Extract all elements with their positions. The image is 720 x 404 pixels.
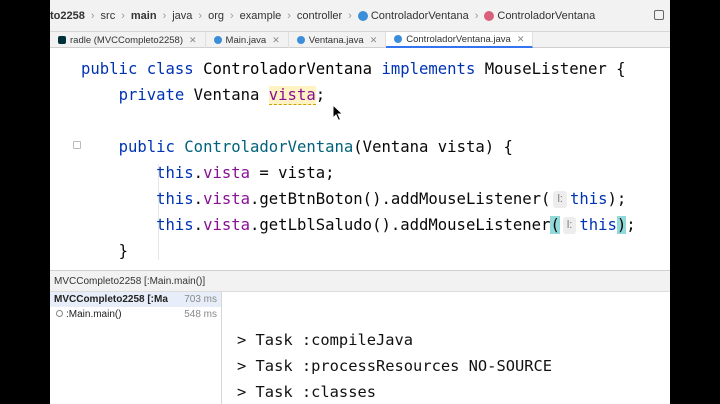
keyword: public bbox=[118, 138, 175, 156]
paren-highlight: ( bbox=[550, 216, 560, 234]
breadcrumb-class-label: ControladorVentana bbox=[370, 9, 469, 22]
breadcrumb-class[interactable]: ControladorVentana bbox=[357, 9, 469, 22]
keyword: private bbox=[118, 86, 185, 104]
tab-main-java[interactable]: Main.java ✕ bbox=[206, 32, 289, 48]
punctuation: ); bbox=[607, 190, 627, 208]
class-name: ControladorVentana bbox=[203, 60, 373, 78]
keyword: this bbox=[156, 216, 194, 234]
code-line-2: private Ventana vista; bbox=[81, 82, 325, 108]
tab-label: Main.java bbox=[225, 34, 267, 46]
breadcrumb-org[interactable]: org bbox=[208, 10, 224, 22]
punctuation: ; bbox=[626, 216, 636, 234]
code-line-4: this.vista = vista; bbox=[81, 160, 335, 186]
method-call: .getLblSaludo().addMouseListener bbox=[250, 216, 551, 234]
tree-row[interactable]: :Main.main() 548 ms bbox=[50, 307, 221, 322]
close-icon[interactable]: ✕ bbox=[370, 35, 378, 46]
keyword: public class bbox=[81, 60, 194, 78]
editor-gutter bbox=[50, 48, 72, 270]
run-panel-header[interactable]: MVCCompleto2258 [:Main.main()] bbox=[50, 270, 670, 292]
breadcrumb-separator: › bbox=[348, 9, 352, 22]
breadcrumb-separator: › bbox=[162, 9, 167, 22]
punctuation: . bbox=[193, 164, 204, 182]
punctuation: } bbox=[118, 242, 128, 260]
code-line-6: this.vista.getLblSaludo().addMouseListen… bbox=[81, 212, 636, 238]
code-line-7: } bbox=[81, 238, 128, 264]
class-icon bbox=[394, 35, 403, 43]
constructor-name: ControladorVentana bbox=[184, 138, 354, 156]
tree-row[interactable]: MVCCompleto2258 [:Ma 703 ms bbox=[50, 292, 221, 307]
field-name: vista bbox=[268, 86, 316, 105]
breadcrumb-constructor[interactable]: ControladorVentana bbox=[484, 10, 595, 22]
console-output[interactable]: > Task :compileJava > Task :processResou… bbox=[222, 292, 670, 404]
code-editor[interactable]: public class ControladorVentana implemen… bbox=[50, 48, 670, 270]
tab-controladorventana-java[interactable]: ControladorVentana.java ✕ bbox=[386, 32, 534, 48]
close-icon[interactable]: ✕ bbox=[189, 35, 197, 46]
gradle-icon bbox=[58, 36, 66, 44]
tree-row-label: :Main.main() bbox=[66, 309, 122, 320]
console-line: > Task :classes bbox=[237, 383, 376, 401]
task-icon bbox=[56, 310, 63, 317]
punctuation: . bbox=[193, 216, 204, 234]
tab-label: Ventana.java bbox=[308, 34, 364, 46]
keyword: this bbox=[569, 190, 608, 208]
tab-label: radle (MVCCompleto2258) bbox=[70, 34, 183, 46]
breadcrumb-main[interactable]: main bbox=[131, 10, 157, 22]
close-icon[interactable]: ✕ bbox=[272, 35, 280, 46]
method-call: .getBtnBoton().addMouseListener( bbox=[250, 190, 551, 208]
breadcrumb-separator: › bbox=[474, 9, 479, 22]
console-line: > Task :compileJava bbox=[237, 331, 414, 349]
punctuation: ; bbox=[315, 86, 326, 104]
tree-row-time: 703 ms bbox=[184, 294, 217, 305]
fold-icon[interactable] bbox=[73, 141, 81, 149]
run-config-label: MVCCompleto2258 [:Main.main()] bbox=[54, 275, 206, 287]
tab-ventana-java[interactable]: Ventana.java ✕ bbox=[289, 32, 387, 48]
breadcrumb: to2258 › src › main › java › org › examp… bbox=[50, 0, 670, 32]
field-name: vista bbox=[203, 190, 251, 208]
code-line-5: this.vista.getBtnBoton().addMouseListene… bbox=[81, 186, 626, 212]
breadcrumb-separator: › bbox=[90, 9, 95, 22]
method-icon bbox=[484, 10, 495, 21]
keyword: this bbox=[579, 216, 617, 234]
run-tree: MVCCompleto2258 [:Ma 703 ms :Main.main()… bbox=[50, 292, 222, 404]
close-icon[interactable]: ✕ bbox=[517, 34, 525, 45]
breadcrumb-separator: › bbox=[198, 9, 203, 22]
keyword: implements bbox=[381, 60, 476, 78]
ide-window: to2258 › src › main › java › org › examp… bbox=[50, 0, 670, 404]
field-name: vista bbox=[203, 164, 251, 182]
breadcrumb-constructor-label: ControladorVentana bbox=[497, 9, 596, 22]
breadcrumb-project[interactable]: to2258 bbox=[50, 10, 85, 22]
breadcrumb-src[interactable]: src bbox=[101, 10, 116, 22]
class-icon bbox=[296, 36, 305, 44]
window-icon[interactable] bbox=[654, 10, 664, 20]
editor-tabs: radle (MVCCompleto2258) ✕ Main.java ✕ Ve… bbox=[50, 32, 670, 48]
mouse-cursor-icon bbox=[332, 104, 344, 122]
interface-name: MouseListener { bbox=[484, 60, 626, 78]
field-name: vista bbox=[203, 216, 251, 234]
breadcrumb-controller[interactable]: controller bbox=[297, 10, 342, 22]
tab-label: ControladorVentana.java bbox=[406, 33, 511, 45]
class-icon bbox=[213, 36, 222, 44]
code-line-1: public class ControladorVentana implemen… bbox=[81, 56, 626, 82]
paren-highlight: ) bbox=[616, 216, 627, 234]
keyword: this bbox=[156, 164, 194, 182]
tree-row-time: 548 ms bbox=[184, 309, 217, 320]
code-line-3: public ControladorVentana(Ventana vista)… bbox=[81, 134, 513, 160]
breadcrumb-separator: › bbox=[121, 9, 125, 22]
keyword: this bbox=[156, 190, 194, 208]
tree-row-label: MVCCompleto2258 [:Ma bbox=[54, 294, 168, 305]
statement: = vista; bbox=[250, 164, 335, 182]
console-line: > Task :processResources NO-SOURCE bbox=[237, 357, 553, 375]
parameter-hint: l: bbox=[562, 217, 577, 234]
breadcrumb-separator: › bbox=[287, 9, 291, 22]
breadcrumb-java[interactable]: java bbox=[172, 10, 192, 22]
parameters: (Ventana vista) { bbox=[353, 138, 513, 156]
punctuation: . bbox=[193, 190, 204, 208]
tab-build-gradle[interactable]: radle (MVCCompleto2258) ✕ bbox=[50, 32, 206, 48]
type-name: Ventana bbox=[193, 86, 260, 104]
class-icon bbox=[357, 10, 368, 21]
breadcrumb-example[interactable]: example bbox=[240, 10, 282, 22]
parameter-hint: l: bbox=[553, 191, 567, 208]
breadcrumb-separator: › bbox=[230, 9, 234, 22]
